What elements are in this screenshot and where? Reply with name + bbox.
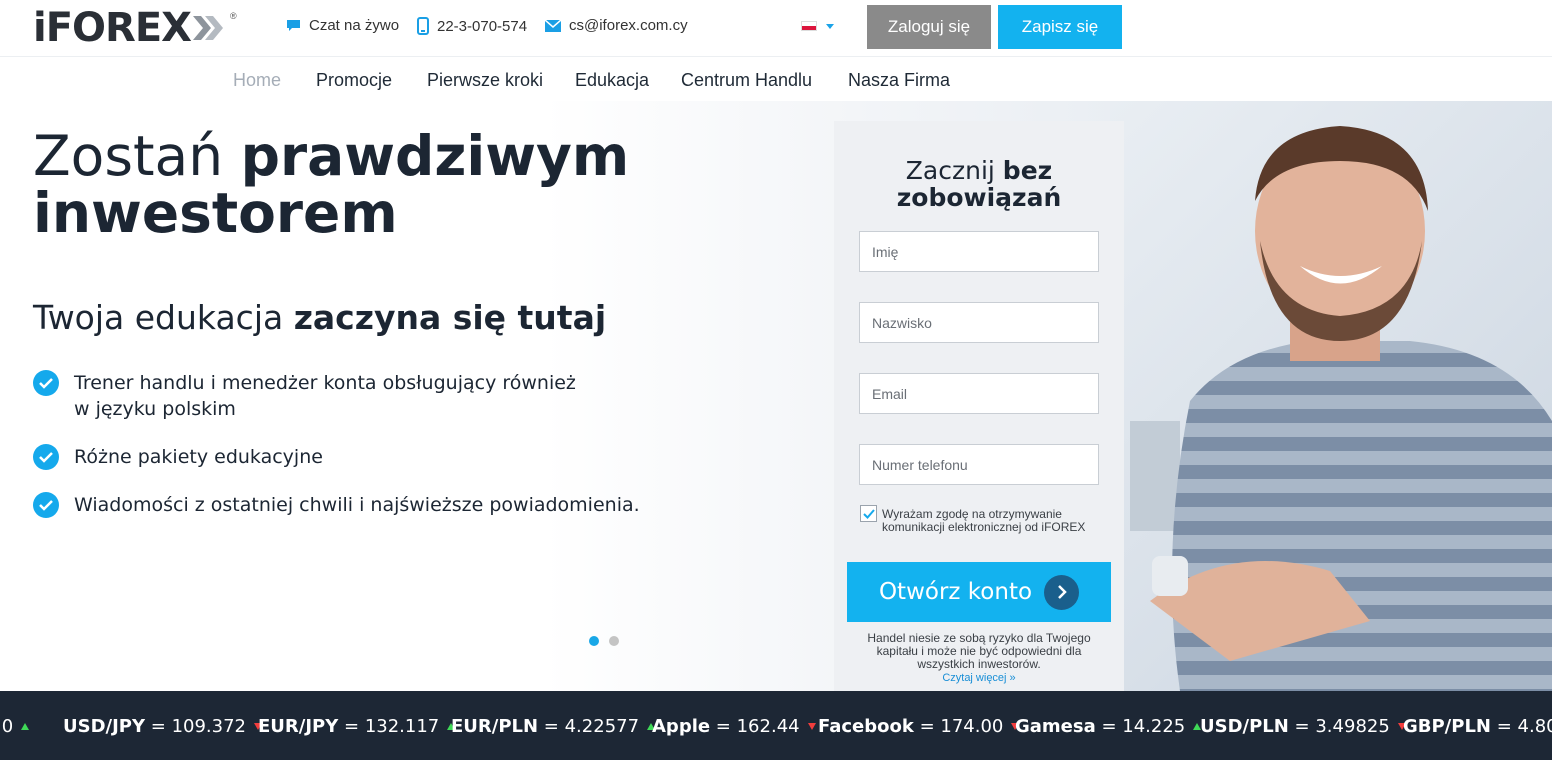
- nav-promocje[interactable]: Promocje: [316, 70, 392, 91]
- logo-chevrons-icon: [193, 16, 224, 40]
- language-selector[interactable]: [801, 21, 834, 31]
- ticker-symbol: Gamesa: [1015, 716, 1096, 737]
- ticker-item[interactable]: USD/JPY = 109.372: [63, 716, 262, 737]
- iforex-logo[interactable]: iFOREX ®: [33, 5, 237, 51]
- form-title-bold-2: zobowiązań: [896, 183, 1062, 212]
- nav-edukacja[interactable]: Edukacja: [575, 70, 649, 91]
- live-chat-label: Czat na żywo: [309, 17, 400, 34]
- ticker-item[interactable]: USD/PLN = 3.49825: [1200, 716, 1406, 737]
- hero-subtitle-bold: zaczyna się tutaj: [293, 298, 607, 337]
- arrow-up-icon: [21, 723, 30, 730]
- main-nav: Home Promocje Pierwsze kroki Edukacja Ce…: [0, 57, 1552, 101]
- nav-home[interactable]: Home: [233, 70, 281, 91]
- hero-title-bold-2: inwestorem: [33, 181, 398, 245]
- poland-flag-icon: [801, 21, 817, 31]
- price-ticker: .0 USD/JPY = 109.372 EUR/JPY = 132.117 E…: [0, 691, 1552, 760]
- ticker-item[interactable]: EUR/PLN = 4.22577: [451, 716, 656, 737]
- feature-item: Wiadomości z ostatniej chwili i najśwież…: [33, 492, 640, 518]
- logo-text: iFOREX: [33, 5, 192, 51]
- ticker-value: .0: [0, 716, 14, 737]
- email-field[interactable]: [859, 373, 1099, 414]
- ticker-value: 4.80468: [1517, 716, 1552, 737]
- email-link[interactable]: cs@iforex.com.cy: [545, 17, 688, 34]
- chevron-down-icon: [826, 23, 834, 29]
- hero-title: Zostań prawdziwym inwestorem: [33, 128, 629, 242]
- signup-button[interactable]: Zapisz się: [998, 5, 1122, 49]
- ticker-symbol: Facebook: [818, 716, 914, 737]
- email-address: cs@iforex.com.cy: [569, 17, 688, 34]
- ticker-symbol: USD/PLN: [1200, 716, 1289, 737]
- ticker-value: 162.44: [736, 716, 800, 737]
- ticker-item[interactable]: GBP/PLN = 4.80468: [1403, 716, 1552, 737]
- ticker-value: 4.22577: [564, 716, 640, 737]
- nav-pierwsze-kroki[interactable]: Pierwsze kroki: [427, 70, 543, 91]
- feature-text: Różne pakiety edukacyjne: [74, 446, 323, 468]
- envelope-icon: [545, 19, 561, 32]
- hero-title-bold-1: prawdziwym: [240, 124, 630, 188]
- hero-title-light: Zostań: [33, 124, 241, 188]
- hero-photo-man: [1110, 101, 1552, 691]
- arrow-down-icon: [807, 723, 816, 730]
- phone-field[interactable]: [859, 444, 1099, 485]
- check-circle-icon: [33, 492, 59, 518]
- ticker-item[interactable]: .0: [0, 716, 30, 737]
- mobile-phone-icon: [417, 17, 429, 35]
- chevron-right-icon: [1044, 574, 1080, 610]
- form-title-bold-1: bez: [1002, 156, 1053, 185]
- nav-centrum-handlu[interactable]: Centrum Handlu: [681, 70, 812, 91]
- registered-mark: ®: [230, 11, 237, 21]
- form-title: Zacznij bez zobowiązań: [834, 157, 1124, 211]
- ticker-symbol: USD/JPY: [63, 716, 146, 737]
- first-name-field[interactable]: [859, 231, 1099, 272]
- consent-text: Wyrażam zgodę na otrzymywanie komunikacj…: [882, 507, 1086, 534]
- form-title-light: Zacznij: [905, 156, 1003, 185]
- smiling-man-illustration: [1130, 126, 1552, 691]
- top-bar: iFOREX ® Czat na żywo 22-3-070-574 cs@if…: [0, 0, 1552, 57]
- ticker-item[interactable]: Facebook = 174.00: [818, 716, 1020, 737]
- nav-nasza-firma[interactable]: Nasza Firma: [848, 70, 950, 91]
- ticker-value: 132.117: [364, 716, 440, 737]
- carousel-dot-1[interactable]: [589, 636, 599, 646]
- ticker-item[interactable]: Gamesa = 14.225: [1015, 716, 1202, 737]
- feature-text: Wiadomości z ostatniej chwili i najśwież…: [74, 494, 640, 516]
- ticker-value: 174.00: [940, 716, 1004, 737]
- login-button[interactable]: Zaloguj się: [867, 5, 991, 49]
- ticker-symbol: GBP/PLN: [1403, 716, 1491, 737]
- phone-link[interactable]: 22-3-070-574: [417, 17, 527, 35]
- ticker-symbol: Apple: [652, 716, 711, 737]
- consent-checkbox[interactable]: [860, 505, 877, 522]
- hero-subtitle-light: Twoja edukacja: [33, 298, 294, 337]
- live-chat-link[interactable]: Czat na żywo: [286, 17, 399, 34]
- hero-subtitle: Twoja edukacja zaczyna się tutaj: [33, 298, 606, 337]
- ticker-value: 109.372: [171, 716, 246, 737]
- last-name-field[interactable]: [859, 302, 1099, 343]
- risk-warning: Handel niesie ze sobą ryzyko dla Twojego…: [867, 631, 1091, 671]
- ticker-symbol: EUR/PLN: [451, 716, 539, 737]
- checkmark-icon: [862, 508, 875, 519]
- open-account-button[interactable]: Otwórz konto: [847, 562, 1111, 622]
- feature-item: Trener handlu i menedżer konta obsługują…: [33, 370, 593, 422]
- ticker-value: 14.225: [1122, 716, 1186, 737]
- chat-bubble-icon: [287, 20, 300, 31]
- ticker-item[interactable]: EUR/JPY = 132.117: [258, 716, 456, 737]
- read-more-link[interactable]: Czytaj więcej »: [834, 672, 1124, 684]
- feature-text: Trener handlu i menedżer konta obsługują…: [74, 372, 576, 420]
- consent-row: Wyrażam zgodę na otrzymywanie komunikacj…: [860, 505, 1100, 534]
- signup-form-card: Zacznij bez zobowiązań Wyrażam zgodę na …: [834, 121, 1124, 691]
- check-circle-icon: [33, 370, 59, 396]
- carousel-dots: [589, 636, 619, 646]
- open-account-label: Otwórz konto: [878, 579, 1033, 605]
- carousel-dot-2[interactable]: [609, 636, 619, 646]
- hero-banner: Zostań prawdziwym inwestorem Twoja eduka…: [0, 101, 1552, 691]
- ticker-item[interactable]: Apple = 162.44: [652, 716, 816, 737]
- phone-number: 22-3-070-574: [437, 17, 528, 35]
- check-circle-icon: [33, 444, 59, 470]
- ticker-value: 3.49825: [1315, 716, 1390, 737]
- feature-item: Różne pakiety edukacyjne: [33, 444, 323, 470]
- ticker-symbol: EUR/JPY: [258, 716, 339, 737]
